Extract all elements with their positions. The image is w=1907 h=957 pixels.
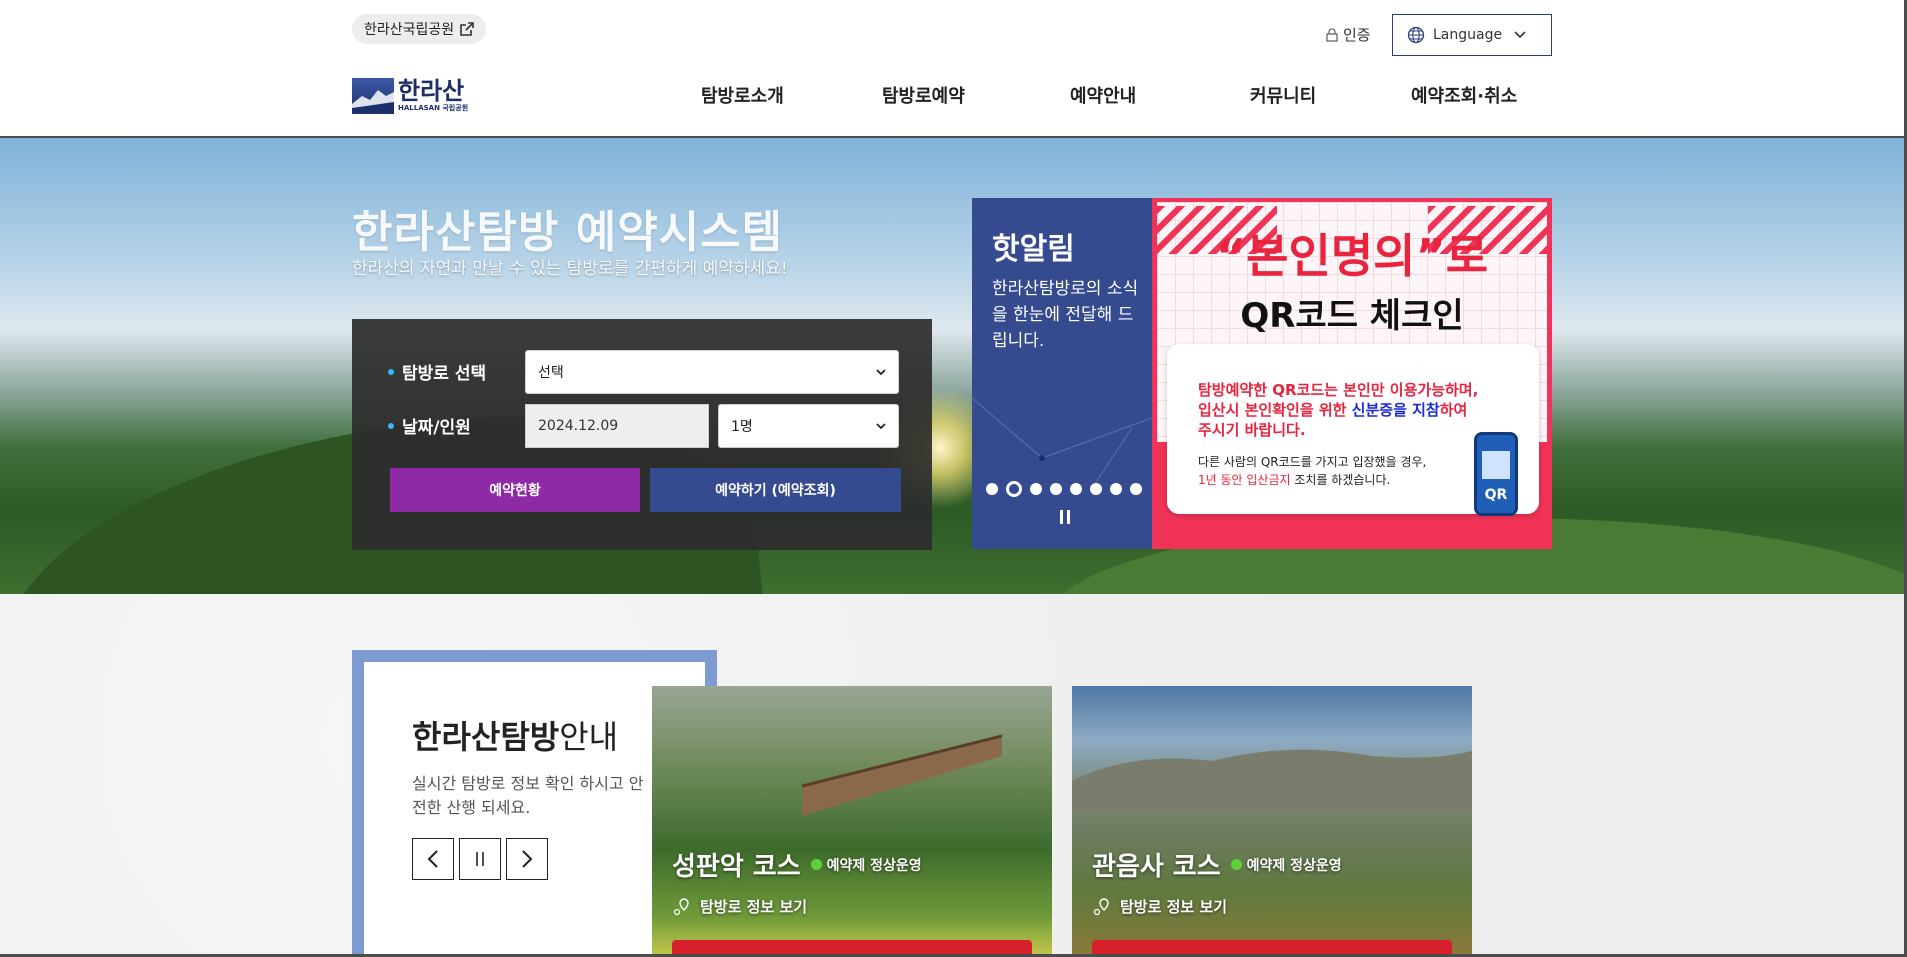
hero-banner: [0, 138, 1907, 594]
nav-trail-intro[interactable]: 탐방로소개: [701, 82, 784, 108]
trail-select-value: 선택: [538, 365, 564, 381]
hero-title: 한라산탐방 예약시스템: [352, 207, 784, 258]
nav-community[interactable]: 커뮤니티: [1250, 82, 1316, 108]
course-info-link[interactable]: 탐방로 정보 보기: [1092, 896, 1227, 917]
pause-icon[interactable]: [1057, 510, 1073, 526]
nav-reserve-guide[interactable]: 예약안내: [1070, 82, 1136, 108]
chevron-down-icon: [876, 422, 886, 429]
bullet-icon: [388, 368, 394, 375]
reservation-form: 탐방로 선택 선택 날짜/인원 2024.12.09 1명 예약현황 예약하기 …: [352, 319, 932, 550]
course-status: 예약제 정상운영: [1230, 855, 1342, 875]
banner-subheadline: QR코드 체크인: [1240, 296, 1464, 336]
park-site-link[interactable]: 한라산국립공원: [352, 14, 487, 44]
map-pin-icon: [1093, 897, 1109, 915]
qr-code-icon: [1482, 451, 1510, 479]
reserve-button[interactable]: 예약하기 (예약조회): [650, 468, 901, 512]
nav-trail-reserve[interactable]: 탐방로예약: [882, 82, 965, 108]
date-value: 2024.12.09: [538, 418, 619, 434]
banner-notice-text: 탐방예약한 QR코드는 본인만 이용가능하며, 입산시 본인확인을 위한 신분증…: [1198, 381, 1479, 439]
chevron-right-icon: [522, 850, 533, 868]
chevron-down-icon: [876, 368, 886, 375]
qr-checkin-banner[interactable]: “본인명의”로 QR코드 체크인 탐방예약한 QR코드는 본인만 이용가능하며,…: [1152, 198, 1552, 549]
cliff-image: [1072, 749, 1472, 811]
slide-dot[interactable]: [1130, 483, 1142, 495]
site-logo[interactable]: 한라산 HALLASAN 국립공원: [352, 76, 476, 116]
status-dot-icon: [1230, 859, 1242, 870]
globe-icon: [1407, 26, 1425, 44]
phone-qr-icon: QR: [1474, 432, 1518, 516]
reservation-status-button[interactable]: 예약현황: [390, 468, 640, 512]
course-info-link[interactable]: 탐방로 정보 보기: [672, 896, 807, 917]
date-input[interactable]: 2024.12.09: [525, 404, 709, 448]
chevron-left-icon: [427, 850, 438, 868]
date-people-label: 날짜/인원: [388, 413, 471, 438]
hero-subtitle: 한라산의 자연과 만날 수 있는 탐방로를 간편하게 예약하세요!: [352, 259, 788, 279]
slide-dot[interactable]: [1110, 483, 1122, 495]
lock-icon: [1326, 27, 1338, 42]
people-value: 1명: [731, 419, 753, 435]
next-slide-button[interactable]: [506, 838, 548, 880]
notice-description: 한라산탐방로의 소식을 한눈에 전달해 드립니다.: [992, 279, 1139, 351]
banner-warning-text: 다른 사람의 QR코드를 가지고 입장했을 경우, 1년 동안 입산금지 조치를…: [1198, 455, 1427, 487]
slide-dot[interactable]: [1070, 483, 1082, 495]
cert-link[interactable]: 인증: [1326, 24, 1371, 45]
slide-dot[interactable]: [1030, 483, 1042, 495]
trail-info-title: 한라산탐방안내: [412, 718, 619, 756]
course-name: 관음사 코스 예약제 정상운영: [1092, 852, 1342, 882]
stair-bridge-image: [802, 734, 1002, 816]
course-card-gwaneumsa[interactable]: 관음사 코스 예약제 정상운영 탐방로 정보 보기: [1072, 686, 1472, 957]
notice-title: 핫알림: [992, 232, 1075, 267]
external-link-icon: [460, 22, 474, 36]
slide-dot-active[interactable]: [1006, 481, 1022, 497]
pause-slide-button[interactable]: [459, 838, 501, 880]
mountain-logo-icon: [352, 78, 394, 114]
course-card-seongpanak[interactable]: 성판악 코스 예약제 정상운영 탐방로 정보 보기: [652, 686, 1052, 957]
course-status: 예약제 정상운영: [810, 855, 922, 875]
slide-dot[interactable]: [1050, 483, 1062, 495]
slide-dot[interactable]: [1090, 483, 1102, 495]
pause-icon: [476, 852, 484, 866]
language-select[interactable]: Language: [1392, 14, 1552, 56]
logo-text: 한라산: [398, 77, 465, 105]
status-dot-icon: [810, 859, 822, 870]
decorative-lines-icon: [972, 397, 1152, 488]
prev-slide-button[interactable]: [412, 838, 454, 880]
park-site-label: 한라산국립공원: [364, 22, 455, 38]
map-pin-icon: [673, 897, 689, 915]
trail-select-label: 탐방로 선택: [388, 359, 486, 384]
nav-reserve-lookup-cancel[interactable]: 예약조회·취소: [1411, 82, 1517, 108]
course-name: 성판악 코스 예약제 정상운영: [672, 852, 922, 882]
slide-indicators: [986, 481, 1142, 497]
cert-label: 인증: [1343, 26, 1371, 44]
trail-select[interactable]: 선택: [525, 350, 899, 394]
people-select[interactable]: 1명: [718, 404, 899, 448]
bullet-icon: [388, 422, 394, 429]
hot-notice-panel: 핫알림 한라산탐방로의 소식을 한눈에 전달해 드립니다.: [972, 198, 1152, 549]
logo-subtext: HALLASAN 국립공원: [398, 104, 469, 112]
trail-info-description: 실시간 탐방로 정보 확인 하시고 안전한 산행 되세요.: [412, 774, 644, 817]
chevron-down-icon: [1514, 31, 1526, 39]
banner-headline: “본인명의”로: [1215, 229, 1489, 283]
slide-dot[interactable]: [986, 483, 998, 495]
language-label: Language: [1433, 27, 1503, 43]
